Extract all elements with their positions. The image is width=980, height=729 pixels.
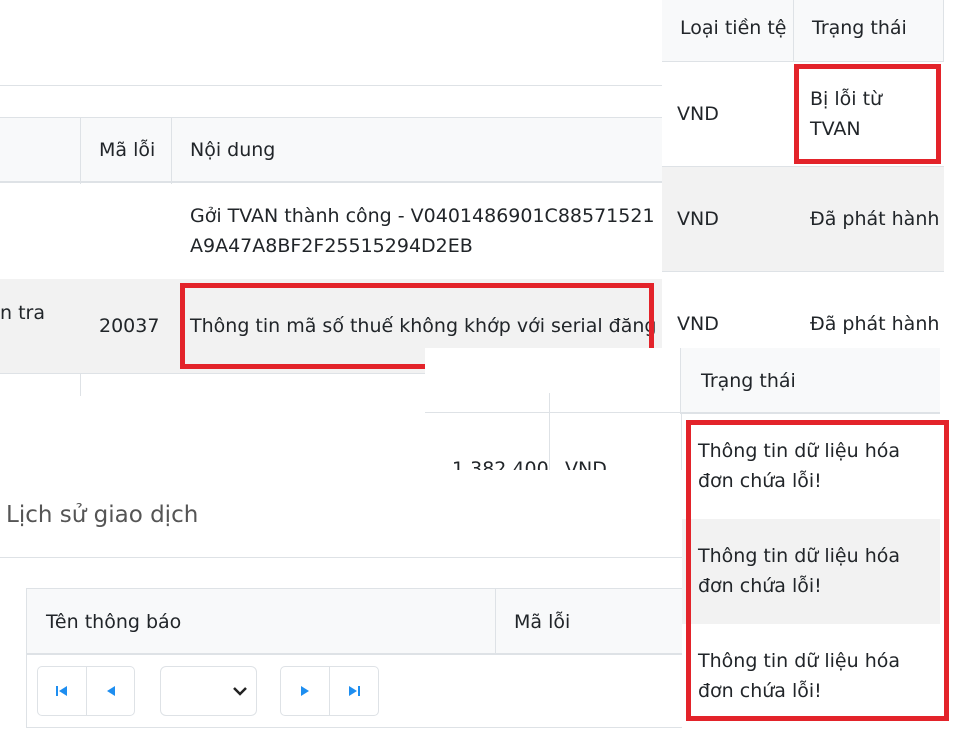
mid-table-header-panel: Trạng thái <box>425 348 940 414</box>
row-currency: VND <box>677 313 719 335</box>
header-status: Trạng thái <box>701 370 796 392</box>
mid-partial-row: 1.382.400 VND <box>425 414 682 470</box>
error-table-panel: Mã lỗi Nội dung Gởi TVAN thành công - V0… <box>0 0 684 396</box>
last-page-button[interactable] <box>329 666 379 716</box>
header-status: Trạng thái <box>812 17 907 39</box>
table-row: VND Đã phát hành <box>662 166 944 271</box>
header-currency: Loại tiền tệ <box>680 17 787 39</box>
row-currency: VND <box>677 103 719 125</box>
partial-amount: 1.382.400 <box>452 458 549 470</box>
table-row: VND Đã phát hành <box>662 271 944 348</box>
header-error-code: Mã lỗi <box>514 611 571 633</box>
last-page-icon <box>349 686 360 696</box>
table-row: Gởi TVAN thành công - V0401486901C885715… <box>0 184 662 279</box>
prev-page-button[interactable] <box>86 666 135 716</box>
row-content: Gởi TVAN thành công - V0401486901C885715… <box>190 205 655 257</box>
status-table-panel: Loại tiền tệ Trạng thái VND Bị lỗi từ TV… <box>662 0 944 348</box>
history-title: Lịch sử giao dịch <box>6 502 199 528</box>
highlight-box <box>686 420 949 721</box>
row-currency: VND <box>677 208 719 230</box>
page-select[interactable] <box>160 666 257 716</box>
header-content: Nội dung <box>190 139 276 161</box>
next-page-icon <box>301 686 309 696</box>
row-error-code: 20037 <box>99 315 160 337</box>
chevron-down-icon <box>233 687 247 696</box>
first-page-button[interactable] <box>37 666 87 716</box>
partial-currency: VND <box>565 458 607 470</box>
highlight-box <box>794 64 941 164</box>
row-status: Đã phát hành <box>810 208 940 230</box>
row-status: Đã phát hành <box>810 313 940 335</box>
row-left-fragment: n tra <box>0 302 45 324</box>
next-page-button[interactable] <box>280 666 330 716</box>
header-error-code: Mã lỗi <box>99 139 156 161</box>
first-page-icon <box>56 686 67 696</box>
header-notice-name: Tên thông báo <box>46 611 182 633</box>
prev-page-icon <box>106 686 115 696</box>
